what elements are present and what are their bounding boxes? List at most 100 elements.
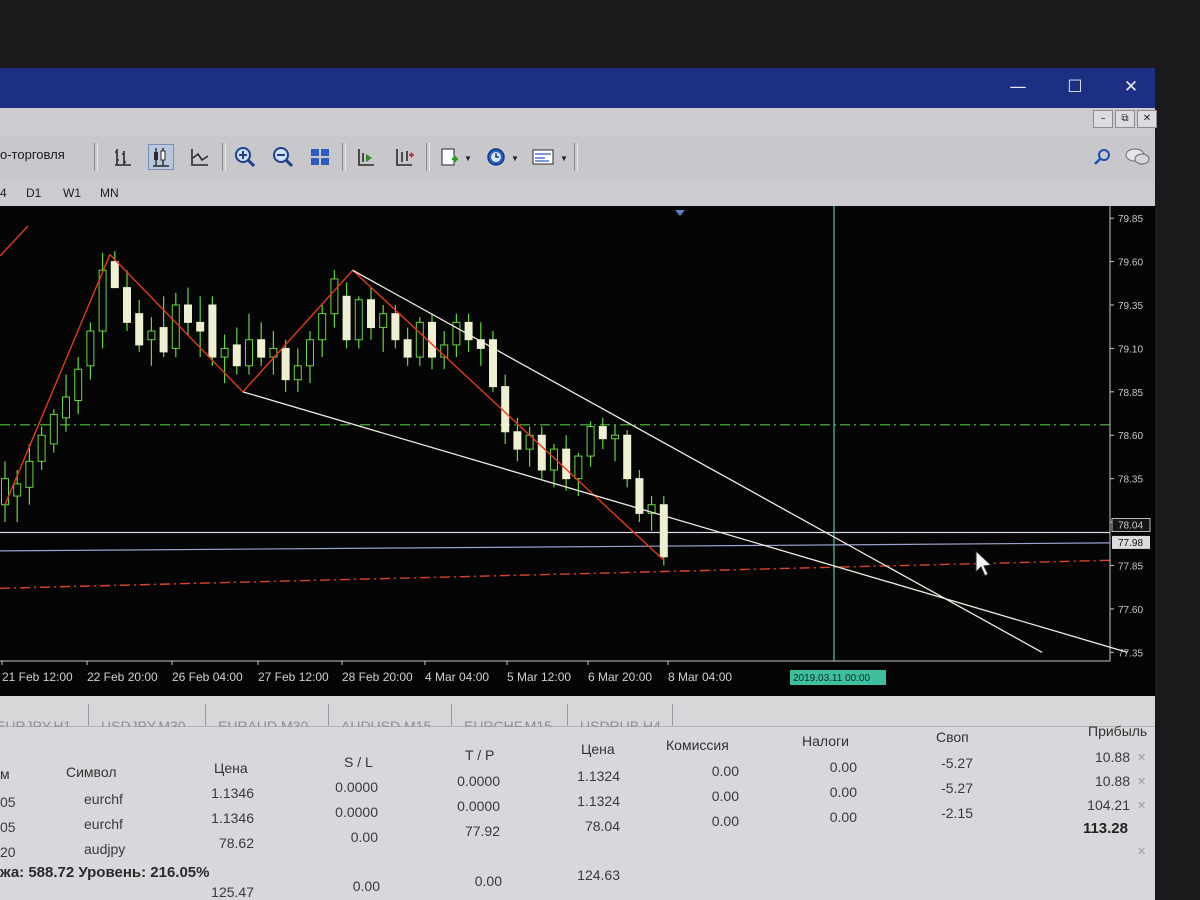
chart-shift-marker xyxy=(675,210,685,216)
candlestick-chart-icon[interactable] xyxy=(148,144,174,170)
window-titlebar xyxy=(0,68,1155,108)
close-position-icon[interactable]: ✕ xyxy=(1137,845,1146,858)
indicators-icon[interactable] xyxy=(436,144,462,170)
monitor-bezel-right xyxy=(1155,60,1200,900)
tab-separator xyxy=(88,704,89,726)
col-header-profit[interactable]: Прибыль xyxy=(1088,723,1147,739)
row2-symbol: eurchf xyxy=(84,816,123,832)
row3-commission: 0.00 xyxy=(711,813,739,829)
autoscroll-icon[interactable] xyxy=(391,144,417,170)
bull-candle xyxy=(37,434,46,462)
bear-candle xyxy=(196,321,205,332)
minimize-window-button[interactable]: — xyxy=(1000,74,1036,100)
mouse-cursor-icon xyxy=(975,549,993,577)
col-header-tp[interactable]: T / P xyxy=(465,747,494,763)
price-axis-label: 78.35 xyxy=(1118,475,1143,486)
plot-frame xyxy=(0,206,1111,662)
chart-restore-button[interactable]: ⧉ xyxy=(1115,110,1135,128)
bear-candle xyxy=(403,339,412,358)
chat-icon[interactable] xyxy=(1124,144,1150,170)
col-header-price[interactable]: Цена xyxy=(214,760,248,776)
bull-candle xyxy=(415,321,424,358)
bull-candle xyxy=(379,313,388,329)
row3-profit: 104.21 xyxy=(1087,797,1130,813)
tile-windows-icon[interactable] xyxy=(307,144,333,170)
timeframe-mn[interactable]: MN xyxy=(100,186,119,200)
row2-tp: 0.0000 xyxy=(457,798,500,814)
pending-tp: 0.00 xyxy=(474,873,502,889)
col-header-swap[interactable]: Своп xyxy=(936,729,969,745)
toolbar-separator xyxy=(574,143,578,171)
periods-dropdown-icon[interactable]: ▼ xyxy=(511,154,519,163)
time-axis-label: 5 Mar 12:00 xyxy=(507,670,571,684)
bear-candle xyxy=(562,448,571,480)
close-position-icon[interactable]: ✕ xyxy=(1137,775,1146,788)
chart-close-button[interactable]: ✕ xyxy=(1137,110,1157,128)
maximize-window-button[interactable]: ☐ xyxy=(1057,74,1093,100)
timeframe-bar xyxy=(0,179,1155,206)
col-header-commission[interactable]: Комиссия xyxy=(666,737,729,753)
close-position-icon[interactable]: ✕ xyxy=(1137,799,1146,812)
templates-dropdown-icon[interactable]: ▼ xyxy=(560,154,568,163)
bull-candle xyxy=(1,478,9,506)
col-header-symbol[interactable]: Символ xyxy=(66,764,116,780)
bear-candle xyxy=(123,287,131,323)
row3-price-current: 78.04 xyxy=(584,818,620,834)
chart-minimize-button[interactable]: – xyxy=(1093,110,1113,128)
bull-candle xyxy=(74,368,83,402)
time-axis-label: 4 Mar 04:00 xyxy=(425,670,489,684)
zigzag-line xyxy=(0,225,29,257)
timeframe-w1[interactable]: W1 xyxy=(63,186,81,200)
col-header-sl[interactable]: S / L xyxy=(344,754,373,770)
bull-candle xyxy=(330,278,339,315)
bull-candle xyxy=(147,330,156,341)
row3-symbol: audjpy xyxy=(84,841,126,857)
row2-taxes: 0.00 xyxy=(829,784,857,800)
zoom-out-icon[interactable] xyxy=(270,144,296,170)
ask-price-label: 77.98 xyxy=(1118,538,1143,549)
search-icon[interactable] xyxy=(1090,144,1116,170)
col-header-taxes[interactable]: Налоги xyxy=(802,733,849,749)
bear-candle xyxy=(342,295,351,341)
periods-icon[interactable] xyxy=(483,144,509,170)
bear-candle xyxy=(391,313,400,341)
chart-shift-icon[interactable] xyxy=(353,144,379,170)
bear-candle xyxy=(257,339,266,358)
algo-trading-button[interactable]: о-торговля xyxy=(0,147,65,162)
bull-candle xyxy=(318,313,327,341)
price-axis-label: 79.10 xyxy=(1118,344,1143,355)
row1-commission: 0.00 xyxy=(711,763,739,779)
templates-icon[interactable] xyxy=(530,144,556,170)
trend-line xyxy=(242,391,1128,653)
tab-separator xyxy=(567,704,568,726)
line-chart-icon[interactable] xyxy=(187,144,213,170)
timeframe-h4[interactable]: 4 xyxy=(0,186,7,200)
close-position-icon[interactable]: ✕ xyxy=(1137,751,1146,764)
price-axis-label: 78.60 xyxy=(1118,431,1143,442)
close-window-button[interactable]: ✕ xyxy=(1113,74,1149,100)
bear-candle xyxy=(159,327,168,353)
row3-time: 20 xyxy=(0,844,16,860)
row2-price-current: 1.1324 xyxy=(577,793,620,809)
bull-candle xyxy=(293,365,302,381)
tab-separator xyxy=(328,704,329,726)
indicators-dropdown-icon[interactable]: ▼ xyxy=(464,154,472,163)
bull-candle xyxy=(13,483,22,497)
bar-chart-icon[interactable] xyxy=(110,144,136,170)
price-chart[interactable]: 79.8579.6079.3579.1078.8578.6078.3578.10… xyxy=(0,206,1155,696)
col-header-time[interactable]: м xyxy=(0,766,10,782)
timeframe-d1[interactable]: D1 xyxy=(26,186,41,200)
zoom-in-icon[interactable] xyxy=(232,144,258,170)
price-axis-label: 79.85 xyxy=(1118,214,1143,225)
time-axis-label: 6 Mar 20:00 xyxy=(588,670,652,684)
chart-canvas[interactable]: 79.8579.6079.3579.1078.8578.6078.3578.10… xyxy=(0,206,1155,696)
bull-candle xyxy=(86,330,95,367)
bear-candle xyxy=(110,261,119,289)
ask-line xyxy=(0,542,1111,552)
time-axis-label: 26 Feb 04:00 xyxy=(172,670,243,684)
time-axis-label: 8 Mar 04:00 xyxy=(668,670,732,684)
row2-swap: -5.27 xyxy=(941,780,973,796)
row2-profit: 10.88 xyxy=(1094,773,1130,789)
bear-candle xyxy=(623,434,632,480)
col-header-price-current[interactable]: Цена xyxy=(581,741,615,757)
